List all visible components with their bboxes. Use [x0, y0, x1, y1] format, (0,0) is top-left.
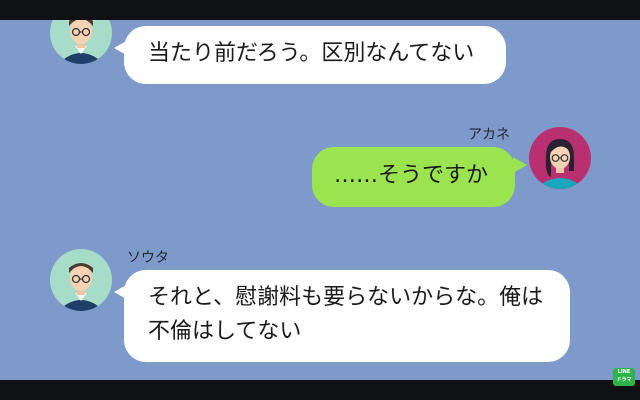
message-bubble-3[interactable]: それと、慰謝料も要らないからな。俺は 不倫はしてない — [114, 270, 570, 362]
logo-text-line-1: LINE — [617, 369, 631, 375]
message-bubble-1[interactable]: 当たり前だろう。区別なんてない — [114, 26, 506, 84]
top-letterbox — [0, 0, 640, 20]
avatar-souta[interactable] — [50, 20, 112, 64]
message-bubble-2[interactable]: ……そうですか — [312, 147, 527, 207]
woman-avatar-icon — [529, 127, 591, 189]
message-text-3-line-1: それと、慰謝料も要らないからな。俺は — [148, 285, 544, 310]
avatar-akane[interactable] — [529, 127, 591, 189]
line-drama-logo: LINE ドラマ — [613, 368, 635, 386]
message-text-1: 当たり前だろう。区別なんてない — [148, 41, 475, 66]
message-text-2: ……そうですか — [334, 163, 489, 188]
logo-text-line-2: ドラマ — [616, 377, 632, 383]
bottom-letterbox — [0, 380, 640, 400]
message-text-3-line-2: 不倫はしてない — [148, 319, 302, 344]
man-avatar-icon — [50, 249, 112, 311]
avatar-souta-2[interactable] — [50, 249, 112, 311]
chat-area[interactable]: 当たり前だろう。区別なんてない アカネ ……そうですか ソウタ それと、慰謝料も… — [0, 20, 640, 380]
sender-name-akane: アカネ — [468, 127, 510, 143]
man-avatar-icon — [50, 20, 112, 64]
sender-name-souta: ソウタ — [127, 250, 169, 266]
